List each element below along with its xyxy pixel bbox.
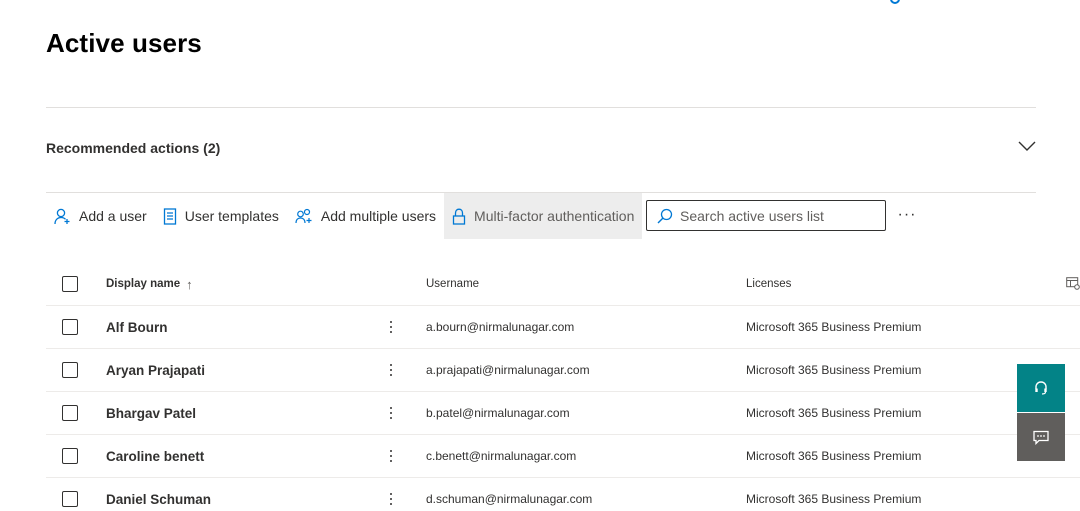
add-user-button[interactable]: Add a user (46, 193, 155, 239)
username-column-header[interactable]: Username (426, 278, 479, 290)
row-more-actions-icon[interactable] (386, 317, 396, 337)
lock-icon (452, 208, 466, 225)
search-icon (657, 208, 673, 223)
help-support-button[interactable] (1017, 364, 1065, 412)
table-row[interactable]: Alf Bourn a.bourn@nirmalunagar.com Micro… (46, 306, 1080, 349)
user-license: Microsoft 365 Business Premium (746, 406, 922, 420)
user-username: a.prajapati@nirmalunagar.com (426, 363, 590, 377)
user-username: d.schuman@nirmalunagar.com (426, 492, 593, 506)
table-row[interactable]: Aryan Prajapati a.prajapati@nirmalunagar… (46, 349, 1080, 392)
row-more-actions-icon[interactable] (386, 446, 396, 466)
person-add-icon (54, 208, 70, 224)
recommended-actions-label: Recommended actions (2) (46, 139, 221, 156)
row-more-actions-icon[interactable] (386, 403, 396, 423)
more-options-button[interactable]: ··· (896, 204, 918, 226)
help-circle-icon[interactable] (890, 0, 900, 4)
table-row[interactable]: Bhargav Patel b.patel@nirmalunagar.com M… (46, 392, 1080, 435)
recommended-actions-toggle[interactable]: Recommended actions (2) (46, 108, 1036, 192)
row-checkbox[interactable] (62, 448, 78, 464)
user-display-name[interactable]: Alf Bourn (106, 320, 168, 335)
table-header-row: Display name ↑ Username Licenses (46, 263, 1080, 306)
chevron-down-icon (1018, 139, 1036, 157)
headset-icon (1035, 381, 1047, 395)
user-templates-label: User templates (184, 208, 279, 224)
column-options-icon[interactable] (1066, 277, 1080, 295)
row-checkbox[interactable] (62, 405, 78, 421)
search-box[interactable] (646, 200, 886, 231)
user-display-name[interactable]: Aryan Prajapati (106, 363, 205, 378)
select-all-checkbox[interactable] (62, 276, 78, 292)
user-license: Microsoft 365 Business Premium (746, 363, 922, 377)
people-add-icon (295, 208, 312, 223)
page-title: Active users (46, 28, 202, 58)
multi-factor-authentication-button[interactable]: Multi-factor authentication (444, 193, 643, 239)
row-more-actions-icon[interactable] (386, 489, 396, 509)
add-user-label: Add a user (79, 208, 147, 224)
licenses-column-header[interactable]: Licenses (746, 278, 791, 290)
command-bar: Add a user User templates Add multiple u… (46, 193, 643, 239)
table-row[interactable]: Caroline benett c.benett@nirmalunagar.co… (46, 435, 1080, 478)
search-input[interactable] (680, 207, 870, 224)
user-display-name[interactable]: Caroline benett (106, 449, 204, 464)
display-name-column-header[interactable]: Display name ↑ (106, 277, 193, 292)
user-license: Microsoft 365 Business Premium (746, 449, 922, 463)
document-list-icon (163, 207, 176, 225)
users-table: Display name ↑ Username Licenses Alf Bou… (46, 263, 1080, 511)
feedback-button[interactable] (1017, 413, 1065, 461)
user-templates-button[interactable]: User templates (155, 193, 287, 239)
row-checkbox[interactable] (62, 491, 78, 507)
user-username: c.benett@nirmalunagar.com (426, 449, 577, 463)
sort-ascending-icon: ↑ (186, 276, 193, 292)
row-more-actions-icon[interactable] (386, 360, 396, 380)
table-row[interactable]: Daniel Schuman d.schuman@nirmalunagar.co… (46, 478, 1080, 511)
user-username: a.bourn@nirmalunagar.com (426, 320, 575, 334)
add-multiple-users-label: Add multiple users (320, 208, 437, 224)
row-checkbox[interactable] (62, 319, 78, 335)
display-name-header-label: Display name (106, 278, 181, 290)
user-display-name[interactable]: Daniel Schuman (106, 492, 211, 507)
user-license: Microsoft 365 Business Premium (746, 320, 922, 334)
user-license: Microsoft 365 Business Premium (746, 492, 922, 506)
user-username: b.patel@nirmalunagar.com (426, 406, 570, 420)
add-multiple-users-button[interactable]: Add multiple users (287, 193, 444, 239)
user-display-name[interactable]: Bhargav Patel (106, 406, 196, 421)
multi-factor-authentication-label: Multi-factor authentication (474, 208, 635, 224)
chat-feedback-icon (1033, 430, 1049, 445)
row-checkbox[interactable] (62, 362, 78, 378)
admin-page: Active users Recommended actions (2) Add… (0, 0, 1080, 511)
